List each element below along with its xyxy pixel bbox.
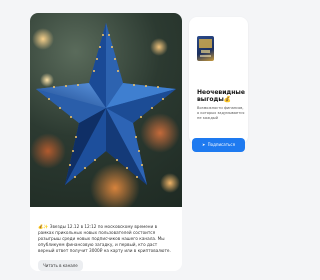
christmas-star-image: [30, 13, 182, 207]
read-more-button[interactable]: Читать в канале: [38, 260, 83, 271]
post-text: 💰✨ Звезды 12.12 в 12:12 по московскому в…: [38, 224, 171, 253]
channel-description: Возможности финансов, о которых задумыва…: [197, 106, 245, 120]
subscribe-label: Подписаться: [207, 142, 236, 147]
post-card: 💰✨ Звезды 12.12 в 12:12 по московскому в…: [30, 13, 182, 271]
subscribe-button[interactable]: ➤ Подписаться: [192, 138, 245, 152]
channel-title: Неочевидные выгоды💰: [197, 89, 245, 103]
channel-card: Неочевидные выгоды💰 Возможности финансов…: [189, 17, 248, 152]
telegram-icon: ➤: [201, 142, 206, 147]
star-icon: [36, 23, 176, 185]
channel-cover-image: [197, 36, 214, 61]
cover-art-icon: [199, 39, 212, 57]
